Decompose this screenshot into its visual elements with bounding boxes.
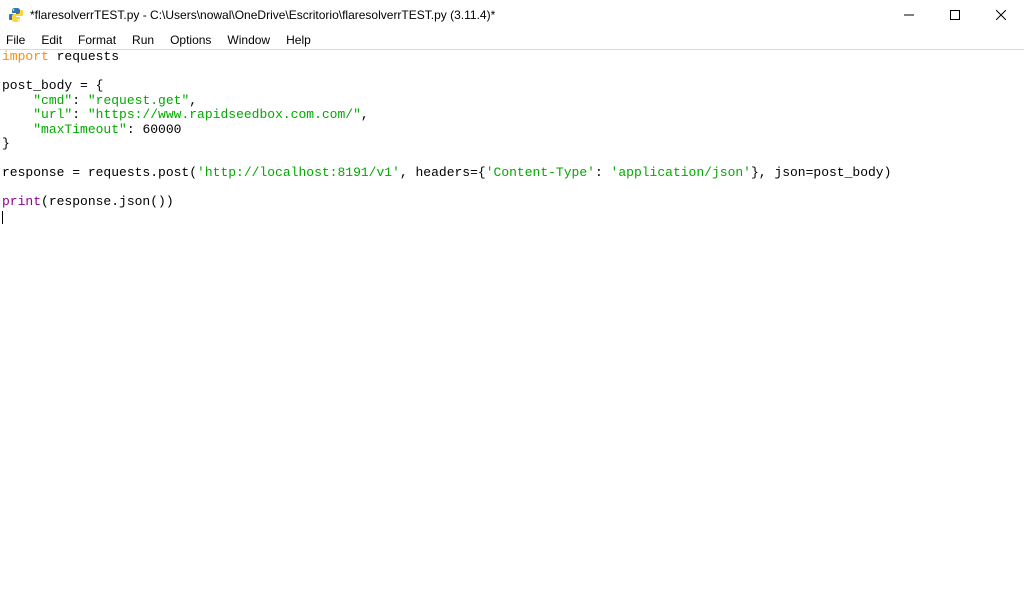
code-token: (response.json()) [41,194,174,209]
app-icon [8,7,24,23]
menu-run[interactable]: Run [124,32,162,48]
code-token: response = requests.post( [2,165,197,180]
code-token: 'http://localhost:8191/v1' [197,165,400,180]
menu-help[interactable]: Help [278,32,319,48]
code-token: : [127,122,143,137]
code-token: 60000 [142,122,181,137]
window-controls [886,0,1024,30]
code-token: : [72,107,88,122]
menu-format[interactable]: Format [70,32,124,48]
code-token: , headers={ [400,165,486,180]
code-token: post_body = { [2,78,103,93]
close-button[interactable] [978,0,1024,30]
menubar: File Edit Format Run Options Window Help [0,30,1024,50]
code-token: "cmd" [33,93,72,108]
code-token: print [2,194,41,209]
titlebar: *flaresolverrTEST.py - C:\Users\nowal\On… [0,0,1024,30]
menu-options[interactable]: Options [162,32,219,48]
code-token [2,93,33,108]
code-token: "maxTimeout" [33,122,127,137]
code-token: "https://www.rapidseedbox.com.com/" [88,107,361,122]
code-token: }, json=post_body) [751,165,891,180]
code-token: : [72,93,88,108]
text-cursor [2,211,3,224]
code-editor[interactable]: import requests post_body = { "cmd": "re… [0,50,1024,611]
code-token: 'Content-Type' [486,165,595,180]
code-token: , [189,93,197,108]
menu-window[interactable]: Window [219,32,278,48]
code-token: "request.get" [88,93,189,108]
maximize-button[interactable] [932,0,978,30]
window-title: *flaresolverrTEST.py - C:\Users\nowal\On… [30,8,886,22]
menu-edit[interactable]: Edit [33,32,70,48]
code-token: import [2,50,49,64]
menu-file[interactable]: File [4,32,33,48]
code-token: , [361,107,369,122]
code-token: requests [49,50,119,64]
code-token [2,107,33,122]
code-token: : [595,165,611,180]
code-token: "url" [33,107,72,122]
code-token: 'application/json' [611,165,751,180]
code-token: } [2,136,10,151]
minimize-button[interactable] [886,0,932,30]
code-token [2,122,33,137]
